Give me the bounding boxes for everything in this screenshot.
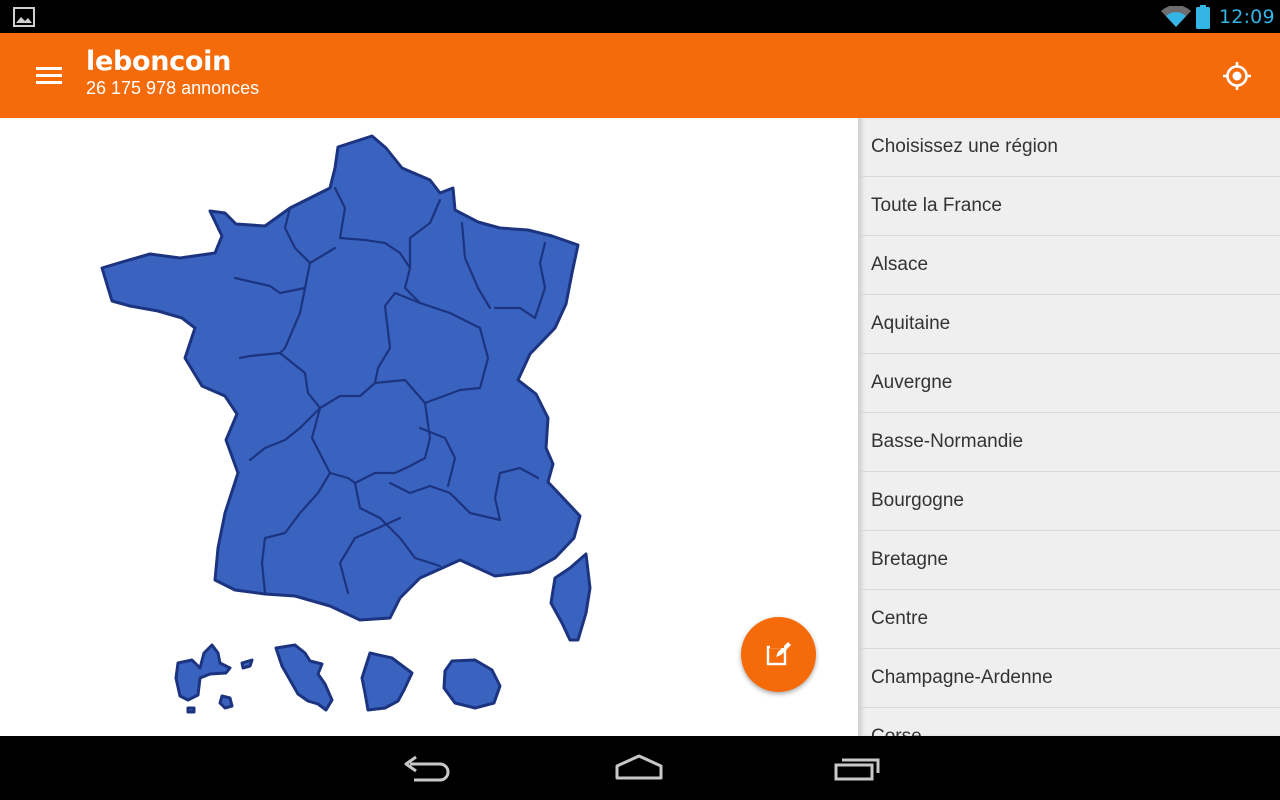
battery-icon: [1196, 5, 1210, 34]
map-reunion[interactable]: [442, 658, 502, 710]
map-corsica[interactable]: [549, 552, 592, 642]
my-location-icon: [1223, 62, 1251, 90]
compose-icon: [766, 642, 791, 666]
ad-count: 26 175 978 annonces: [86, 78, 260, 98]
region-item-centre[interactable]: Centre: [861, 590, 1280, 649]
post-ad-fab[interactable]: [741, 617, 816, 692]
app-bar: leboncoin 26 175 978 annonces: [0, 33, 1280, 118]
status-clock: 12:09: [1219, 6, 1275, 28]
map-martinique[interactable]: [274, 643, 334, 712]
region-item-alsace[interactable]: Alsace: [861, 236, 1280, 295]
hamburger-menu-icon: [36, 67, 62, 84]
region-item-aquitaine[interactable]: Aquitaine: [861, 295, 1280, 354]
region-item-corse[interactable]: Corse: [861, 708, 1280, 736]
region-item-auvergne[interactable]: Auvergne: [861, 354, 1280, 413]
region-item-bretagne[interactable]: Bretagne: [861, 531, 1280, 590]
france-map: [100, 134, 592, 714]
map-mainland[interactable]: [100, 134, 582, 622]
locate-button[interactable]: [1212, 51, 1262, 101]
region-list-header: Choisissez une région: [861, 118, 1280, 177]
home-icon: [615, 754, 663, 780]
recent-apps-button[interactable]: [830, 748, 910, 788]
map-guyane[interactable]: [360, 651, 414, 712]
region-item-bourgogne[interactable]: Bourgogne: [861, 472, 1280, 531]
app-logo: leboncoin: [86, 46, 231, 77]
region-map: [0, 118, 858, 736]
home-button[interactable]: [612, 748, 692, 788]
region-item-toute-la-france[interactable]: Toute la France: [861, 177, 1280, 236]
status-bar: 12:09: [0, 0, 1280, 33]
region-item-basse-normandie[interactable]: Basse-Normandie: [861, 413, 1280, 472]
map-guadeloupe[interactable]: [174, 643, 232, 702]
region-item-champagne-ardenne[interactable]: Champagne-Ardenne: [861, 649, 1280, 708]
gallery-icon: [13, 7, 35, 32]
wifi-icon: [1161, 5, 1191, 33]
back-icon: [404, 755, 450, 782]
navigation-bar: [0, 736, 1280, 800]
recent-apps-icon: [834, 758, 880, 781]
back-button[interactable]: [400, 748, 480, 788]
region-list: Choisissez une région Toute la France Al…: [858, 118, 1280, 736]
menu-button[interactable]: [24, 53, 72, 97]
